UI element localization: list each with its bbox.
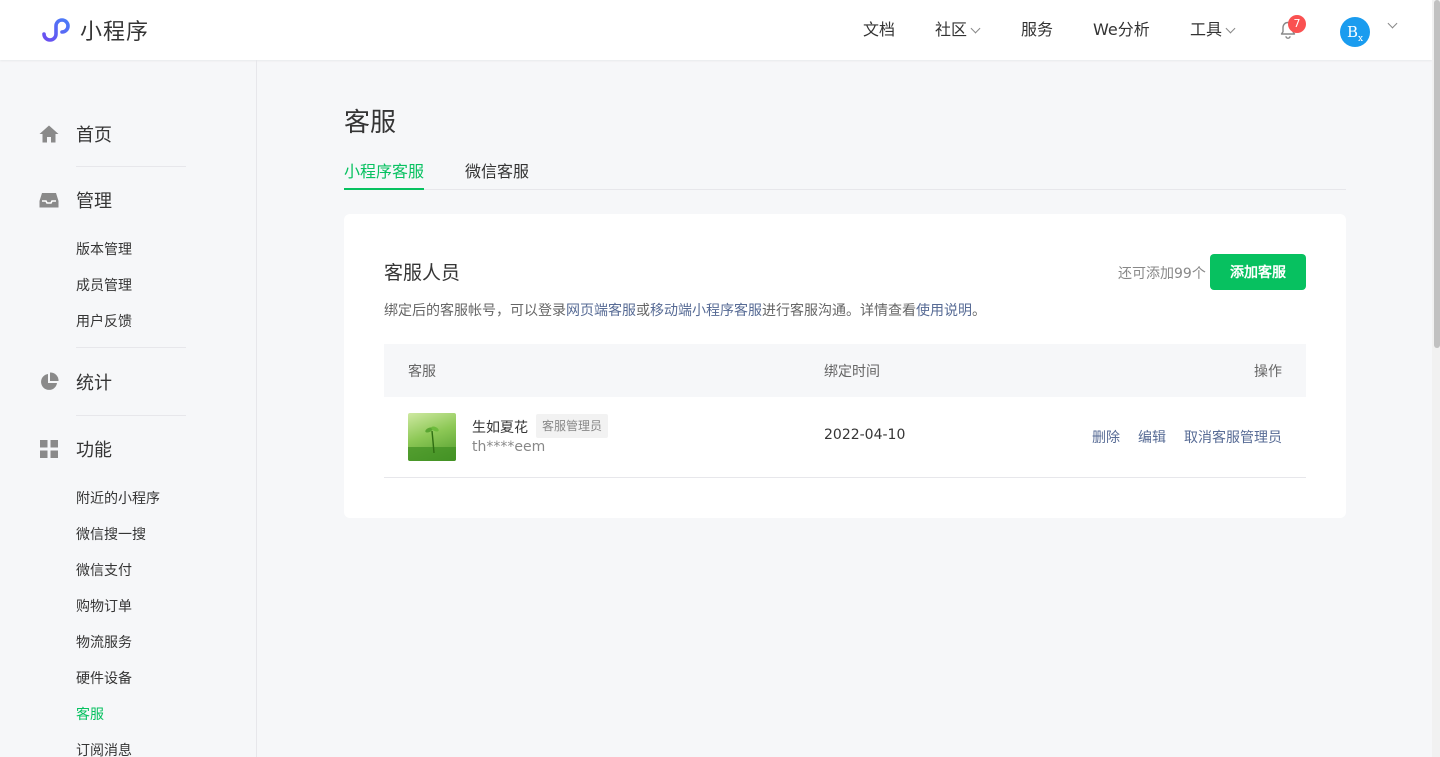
sidebar: 首页 管理 版本管理 成员管理 用户反馈 统计 功能 附近的小程序 微信搜一搜 … xyxy=(0,60,257,757)
sidebar-item-orders[interactable]: 购物订单 xyxy=(76,597,132,617)
nav-tools-label: 工具 xyxy=(1190,20,1223,39)
desc-text: 进行客服沟通。详情查看 xyxy=(762,303,916,319)
home-icon xyxy=(39,125,59,143)
sidebar-section-home[interactable]: 首页 xyxy=(38,122,112,146)
pie-chart-icon xyxy=(41,372,59,390)
tab-miniprogram-service[interactable]: 小程序客服 xyxy=(344,160,425,190)
nav-community[interactable]: 社区 xyxy=(935,20,981,40)
table-row: 生如夏花 客服管理员 th****eem 2022-04-10 删除 编辑 取消… xyxy=(384,397,1306,478)
avatar-chevron-down-icon[interactable] xyxy=(1387,18,1398,29)
avatar-initial: B xyxy=(1346,23,1358,41)
page-scrollbar-thumb[interactable] xyxy=(1434,0,1440,348)
nav-docs[interactable]: 文档 xyxy=(863,20,895,40)
sidebar-item-subscription[interactable]: 订阅消息 xyxy=(76,741,132,757)
sidebar-section-stats[interactable]: 统计 xyxy=(38,370,112,394)
sidebar-item-nearby[interactable]: 附近的小程序 xyxy=(76,489,160,509)
web-service-link[interactable]: 网页端客服 xyxy=(566,303,636,319)
tab-bar: 小程序客服 微信客服 xyxy=(344,160,1346,190)
tab-wechat-service[interactable]: 微信客服 xyxy=(465,160,529,190)
desc-text: 绑定后的客服帐号，可以登录 xyxy=(384,303,566,319)
staff-avatar xyxy=(408,413,456,461)
sidebar-divider xyxy=(76,415,186,416)
edit-link[interactable]: 编辑 xyxy=(1138,427,1166,447)
nav-docs-label: 文档 xyxy=(863,20,896,39)
notification-badge: 7 xyxy=(1288,15,1306,33)
top-navigation-bar: 小程序 文档 社区 服务 We分析 工具 7 Bx xyxy=(0,0,1432,60)
staff-name: 生如夏花 xyxy=(472,420,528,436)
desc-text: 或 xyxy=(636,303,650,319)
role-badge: 客服管理员 xyxy=(536,414,609,438)
nav-services[interactable]: 服务 xyxy=(1021,20,1053,40)
sidebar-section-home-label: 首页 xyxy=(76,125,112,146)
nav-community-label: 社区 xyxy=(935,20,968,39)
sidebar-item-members[interactable]: 成员管理 xyxy=(76,276,132,296)
sidebar-section-stats-label: 统计 xyxy=(76,373,112,394)
sidebar-item-feedback[interactable]: 用户反馈 xyxy=(76,312,132,332)
nav-we-analytics-label: We分析 xyxy=(1093,20,1150,39)
mobile-service-link[interactable]: 移动端小程序客服 xyxy=(650,303,762,319)
sidebar-divider xyxy=(76,166,186,167)
miniprogram-logo-icon xyxy=(42,18,70,42)
desc-text: 。 xyxy=(972,303,986,319)
nav-services-label: 服务 xyxy=(1021,20,1054,39)
sidebar-item-pay[interactable]: 微信支付 xyxy=(76,561,132,581)
page-title: 客服 xyxy=(344,108,397,138)
remaining-quota: 还可添加99个 xyxy=(1118,266,1206,282)
sprout-image-icon xyxy=(408,426,456,461)
grid-icon xyxy=(40,440,58,458)
sidebar-item-version[interactable]: 版本管理 xyxy=(76,240,132,260)
staff-account: th****eem xyxy=(472,439,546,455)
card-title: 客服人员 xyxy=(384,262,461,284)
inbox-icon xyxy=(39,193,59,208)
delete-link[interactable]: 删除 xyxy=(1092,427,1120,447)
sidebar-item-search[interactable]: 微信搜一搜 xyxy=(76,525,146,545)
service-staff-card: 客服人员 还可添加99个 添加客服 绑定后的客服帐号，可以登录网页端客服或移动端… xyxy=(344,214,1346,518)
column-header-bind-time: 绑定时间 xyxy=(824,364,880,380)
column-header-actions: 操作 xyxy=(1254,364,1282,380)
sidebar-divider xyxy=(76,347,186,348)
usage-guide-link[interactable]: 使用说明 xyxy=(916,303,972,319)
avatar-sub: x xyxy=(1357,34,1364,44)
card-description: 绑定后的客服帐号，可以登录网页端客服或移动端小程序客服进行客服沟通。详情查看使用… xyxy=(384,300,986,320)
nav-tools[interactable]: 工具 xyxy=(1190,20,1236,40)
sidebar-item-logistics[interactable]: 物流服务 xyxy=(76,633,132,653)
app-name: 小程序 xyxy=(80,20,150,45)
revoke-admin-link[interactable]: 取消客服管理员 xyxy=(1184,427,1282,447)
nav-we-analytics[interactable]: We分析 xyxy=(1093,20,1150,40)
sidebar-section-manage[interactable]: 管理 xyxy=(38,188,112,212)
sidebar-item-customer-service[interactable]: 客服 xyxy=(76,705,104,725)
chevron-down-icon xyxy=(1225,23,1236,33)
chevron-down-icon xyxy=(970,23,981,33)
sidebar-section-features[interactable]: 功能 xyxy=(38,437,112,461)
sidebar-section-features-label: 功能 xyxy=(76,440,112,461)
avatar[interactable]: Bx xyxy=(1340,17,1370,47)
sidebar-item-hardware[interactable]: 硬件设备 xyxy=(76,669,132,689)
bind-time: 2022-04-10 xyxy=(824,427,906,443)
add-service-button[interactable]: 添加客服 xyxy=(1210,254,1306,290)
app-logo[interactable]: 小程序 xyxy=(38,14,149,46)
table-header: 客服 绑定时间 操作 xyxy=(384,344,1306,397)
column-header-service: 客服 xyxy=(408,364,436,380)
sidebar-section-manage-label: 管理 xyxy=(76,191,112,212)
